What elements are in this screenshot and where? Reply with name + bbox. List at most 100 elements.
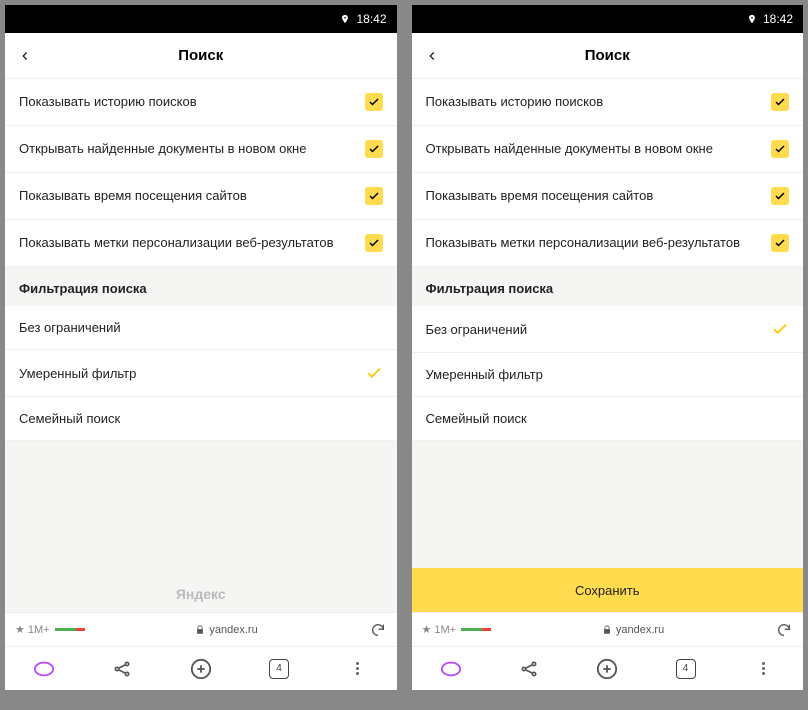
url-bar[interactable]: ★1M+ yandex.ru bbox=[5, 612, 397, 646]
home-button[interactable] bbox=[32, 657, 56, 681]
rating-text: 1M+ bbox=[434, 624, 456, 636]
location-icon bbox=[747, 14, 757, 24]
check-icon bbox=[368, 237, 380, 249]
menu-button[interactable] bbox=[752, 657, 776, 681]
reload-button[interactable] bbox=[369, 621, 387, 639]
status-bar: 18:42 bbox=[5, 5, 397, 33]
checkbox-checked[interactable] bbox=[771, 234, 789, 252]
phone-left: 18:42 Поиск Показывать историю поисков О… bbox=[5, 5, 397, 690]
brand-watermark: Яндекс bbox=[176, 586, 226, 602]
site-rating: ★1M+ bbox=[422, 623, 492, 636]
filter-label: Умеренный фильтр bbox=[19, 366, 365, 381]
url-bar[interactable]: ★1M+ yandex.ru bbox=[412, 612, 804, 646]
status-bar: 18:42 bbox=[412, 5, 804, 33]
save-label: Сохранить bbox=[575, 583, 640, 598]
filter-label: Без ограничений bbox=[19, 320, 383, 335]
option-label: Открывать найденные документы в новом ок… bbox=[19, 140, 365, 158]
domain-text: yandex.ru bbox=[616, 624, 664, 636]
screen-content: Поиск Показывать историю поисков Открыва… bbox=[5, 33, 397, 690]
option-label: Показывать историю поисков bbox=[426, 93, 772, 111]
checkbox-checked[interactable] bbox=[771, 187, 789, 205]
check-icon bbox=[774, 143, 786, 155]
option-row[interactable]: Показывать метки персонализации веб-резу… bbox=[5, 220, 397, 267]
tabs-button[interactable]: 4 bbox=[674, 657, 698, 681]
url-display[interactable]: yandex.ru bbox=[491, 624, 775, 636]
chevron-left-icon bbox=[18, 49, 32, 63]
url-display[interactable]: yandex.ru bbox=[85, 624, 369, 636]
filter-row[interactable]: Семейный поиск bbox=[5, 397, 397, 441]
reload-button[interactable] bbox=[775, 621, 793, 639]
status-time: 18:42 bbox=[763, 12, 793, 26]
new-tab-button[interactable] bbox=[189, 657, 213, 681]
content-spacer bbox=[412, 441, 804, 568]
page-title: Поиск bbox=[5, 47, 397, 64]
lock-icon bbox=[195, 625, 205, 635]
back-button[interactable] bbox=[5, 33, 45, 79]
selected-tick bbox=[365, 364, 383, 382]
option-label: Показывать историю поисков bbox=[19, 93, 365, 111]
phone-right: 18:42 Поиск Показывать историю поисков О… bbox=[412, 5, 804, 690]
filter-label: Семейный поиск bbox=[426, 411, 790, 426]
back-button[interactable] bbox=[412, 33, 452, 79]
option-row[interactable]: Открывать найденные документы в новом ок… bbox=[412, 126, 804, 173]
section-header: Фильтрация поиска bbox=[5, 267, 397, 306]
home-button[interactable] bbox=[439, 657, 463, 681]
option-row[interactable]: Показывать метки персонализации веб-резу… bbox=[412, 220, 804, 267]
bottom-nav: 4 bbox=[412, 646, 804, 690]
tabs-button[interactable]: 4 bbox=[267, 657, 291, 681]
checkbox-checked[interactable] bbox=[365, 234, 383, 252]
menu-button[interactable] bbox=[345, 657, 369, 681]
option-row[interactable]: Показывать историю поисков bbox=[412, 79, 804, 126]
dots-icon bbox=[762, 662, 765, 675]
option-row[interactable]: Показывать время посещения сайтов bbox=[5, 173, 397, 220]
filter-label: Семейный поиск bbox=[19, 411, 383, 426]
save-button[interactable]: Сохранить bbox=[412, 568, 804, 612]
page-title: Поиск bbox=[412, 47, 804, 64]
tab-count: 4 bbox=[269, 659, 289, 679]
filter-row[interactable]: Семейный поиск bbox=[412, 397, 804, 441]
filter-row[interactable]: Умеренный фильтр bbox=[5, 350, 397, 397]
checkbox-checked[interactable] bbox=[365, 93, 383, 111]
filter-row[interactable]: Без ограничений bbox=[5, 306, 397, 350]
page-header: Поиск bbox=[5, 33, 397, 79]
option-label: Показывать метки персонализации веб-резу… bbox=[426, 234, 772, 252]
location-icon bbox=[340, 14, 350, 24]
new-tab-button[interactable] bbox=[595, 657, 619, 681]
check-icon bbox=[774, 237, 786, 249]
reload-icon bbox=[370, 622, 386, 638]
rating-bar bbox=[461, 628, 491, 631]
check-icon bbox=[368, 190, 380, 202]
checkbox-checked[interactable] bbox=[771, 93, 789, 111]
selected-tick bbox=[771, 320, 789, 338]
checkbox-checked[interactable] bbox=[365, 140, 383, 158]
tab-count: 4 bbox=[676, 659, 696, 679]
filter-row[interactable]: Умеренный фильтр bbox=[412, 353, 804, 397]
share-button[interactable] bbox=[517, 657, 541, 681]
check-icon bbox=[774, 96, 786, 108]
check-icon bbox=[771, 320, 789, 338]
screen-content: Поиск Показывать историю поисков Открыва… bbox=[412, 33, 804, 690]
option-row[interactable]: Показывать время посещения сайтов bbox=[412, 173, 804, 220]
dots-icon bbox=[356, 662, 359, 675]
option-row[interactable]: Открывать найденные документы в новом ок… bbox=[5, 126, 397, 173]
section-header: Фильтрация поиска bbox=[412, 267, 804, 306]
star-icon: ★ bbox=[15, 623, 25, 636]
yandex-home-icon bbox=[440, 658, 462, 680]
plus-circle-icon bbox=[190, 658, 212, 680]
check-icon bbox=[365, 364, 383, 382]
plus-circle-icon bbox=[596, 658, 618, 680]
share-button[interactable] bbox=[110, 657, 134, 681]
lock-icon bbox=[602, 625, 612, 635]
option-label: Показывать метки персонализации веб-резу… bbox=[19, 234, 365, 252]
option-row[interactable]: Показывать историю поисков bbox=[5, 79, 397, 126]
share-icon bbox=[112, 659, 132, 679]
domain-text: yandex.ru bbox=[209, 624, 257, 636]
filter-row[interactable]: Без ограничений bbox=[412, 306, 804, 353]
share-icon bbox=[519, 659, 539, 679]
filter-label: Без ограничений bbox=[426, 322, 772, 337]
status-time: 18:42 bbox=[356, 12, 386, 26]
checkbox-checked[interactable] bbox=[771, 140, 789, 158]
content-spacer: Яндекс bbox=[5, 441, 397, 612]
reload-icon bbox=[776, 622, 792, 638]
checkbox-checked[interactable] bbox=[365, 187, 383, 205]
